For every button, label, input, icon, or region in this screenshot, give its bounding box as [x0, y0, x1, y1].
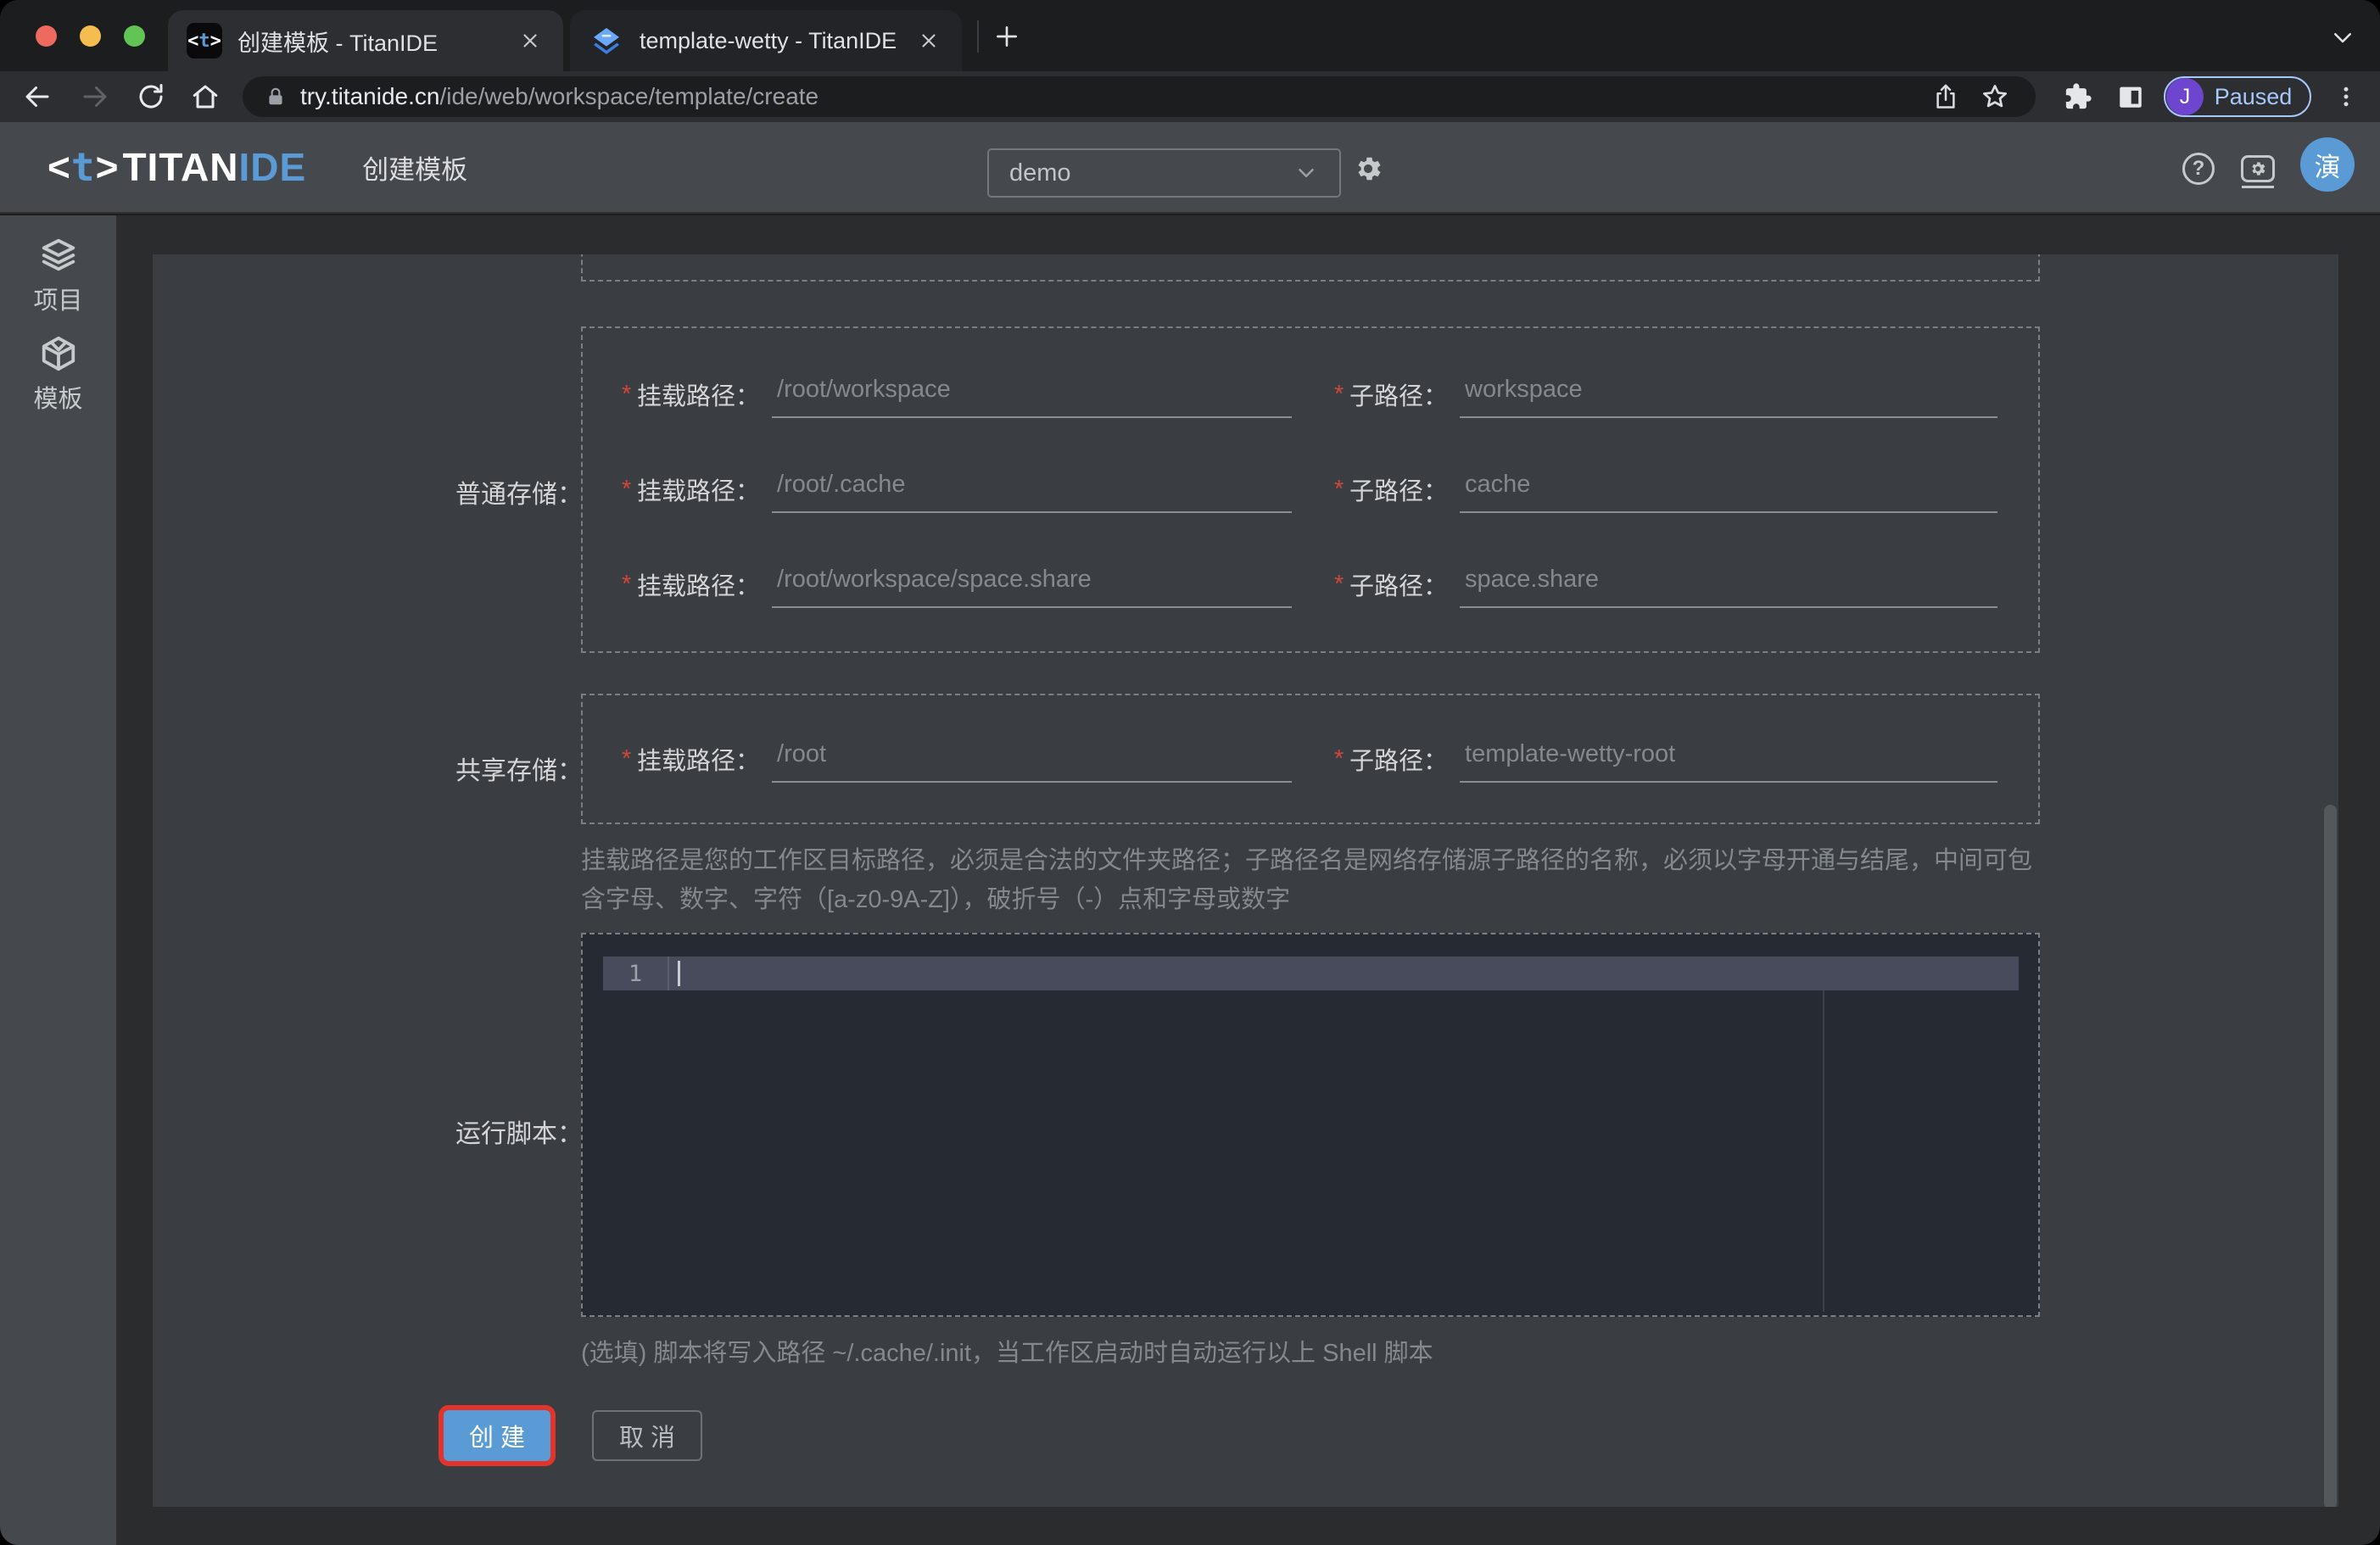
browser-window: < t > 创建模板 - TitanIDE template-wetty - Tit…	[0, 0, 2380, 1545]
scrollbar-thumb[interactable]	[2324, 805, 2337, 1507]
script-hint: (选填) 脚本将写入路径 ~/.cache/.init，当工作区启动时自动运行以…	[581, 1340, 1433, 1367]
reload-icon[interactable]	[132, 78, 170, 115]
path-rules-hint: 挂载路径是您的工作区目标路径，必须是合法的文件夹路径；子路径名是网络存储源子路径…	[581, 847, 2033, 913]
editor-column-ruler	[1823, 990, 1824, 1312]
shared-storage-label: 共享存储：	[455, 757, 583, 785]
script-editor[interactable]: 1	[581, 933, 2040, 1317]
storage-row: * 挂载路径： /root/workspace * 子路径： workspace	[583, 347, 2038, 442]
mount-path-input[interactable]: /root	[772, 735, 1292, 783]
sub-path-label: 子路径：	[1349, 478, 1449, 505]
editor-caret	[678, 961, 680, 986]
profile-avatar: J	[2166, 78, 2204, 115]
required-marker: *	[1334, 475, 1344, 503]
tab-title: 创建模板 - TitanIDE	[237, 30, 439, 56]
close-tab-icon[interactable]	[516, 26, 545, 55]
storage-row: * 挂载路径： /root/.cache * 子路径： cache	[583, 442, 2038, 537]
titanide-favicon: < t >	[187, 23, 222, 59]
share-icon[interactable]	[1927, 78, 1964, 115]
run-script-label: 运行脚本：	[455, 1120, 583, 1148]
scrolled-section-box	[581, 254, 2040, 282]
screen: < t > 创建模板 - TitanIDE template-wetty - Tit…	[0, 0, 2380, 1545]
required-marker: *	[1334, 745, 1344, 772]
editor-line-number: 1	[603, 957, 669, 990]
browser-toolbar: try.titanide.cn/ide/web/workspace/templa…	[0, 71, 2380, 122]
mount-path-label: 挂载路径：	[637, 573, 761, 600]
editor-active-line: 1	[603, 957, 2019, 990]
titanide-logo[interactable]: < t > TITAN IDE	[47, 144, 306, 190]
sidebar-item-projects[interactable]: 项目	[0, 236, 116, 315]
shared-storage-box: * 挂载路径： /root * 子路径： template-wetty-root	[581, 694, 2040, 824]
mount-path-input[interactable]: /root/workspace	[772, 371, 1292, 418]
bookmark-star-icon[interactable]	[1976, 78, 2014, 115]
sub-path-label: 子路径：	[1349, 383, 1449, 410]
tab-create-template[interactable]: < t > 创建模板 - TitanIDE	[168, 10, 563, 71]
layers-icon	[42, 238, 75, 271]
storage-row: * 挂载路径： /root/workspace/space.share * 子路…	[583, 537, 2038, 632]
mount-path-label: 挂载路径：	[637, 748, 761, 775]
sub-path-input[interactable]: workspace	[1460, 371, 1997, 418]
close-window-button[interactable]	[36, 25, 57, 47]
tab-title: template-wetty - TitanIDE	[640, 27, 897, 53]
tab-divider	[977, 20, 979, 53]
sidebar: 项目 模板	[0, 215, 116, 1545]
back-icon[interactable]	[19, 78, 56, 115]
workspace-select[interactable]: demo	[987, 148, 1341, 198]
sub-path-input[interactable]: template-wetty-root	[1460, 735, 1997, 783]
required-marker: *	[622, 745, 632, 772]
sub-path-input[interactable]: space.share	[1460, 561, 1997, 608]
app-body: 项目 模板 普通存储： * 挂载路径： /root/workspace * 子路…	[0, 215, 2380, 1545]
sidebar-item-label: 模板	[33, 386, 83, 413]
window-controls	[36, 25, 145, 47]
console-settings-icon[interactable]	[2240, 151, 2276, 188]
profile-status: Paused	[2214, 83, 2293, 109]
minimize-window-button[interactable]	[80, 25, 101, 47]
tab-template-wetty[interactable]: template-wetty - TitanIDE	[570, 10, 962, 71]
help-icon[interactable]: ?	[2181, 151, 2216, 187]
click-target-annotation: 创 建	[439, 1405, 556, 1466]
mount-path-input[interactable]: /root/workspace/space.share	[772, 561, 1292, 608]
required-marker: *	[622, 570, 632, 598]
template-favicon	[589, 23, 624, 59]
workspace-select-value: demo	[1009, 159, 1071, 187]
close-tab-icon[interactable]	[914, 26, 943, 55]
cube-icon	[42, 336, 75, 371]
url-host: try.titanide.cn	[300, 83, 440, 109]
sub-path-label: 子路径：	[1349, 748, 1449, 775]
create-button[interactable]: 创 建	[444, 1410, 550, 1461]
required-marker: *	[622, 475, 632, 503]
side-panel-icon[interactable]	[2112, 78, 2149, 115]
forward-icon[interactable]	[76, 78, 114, 115]
new-tab-button[interactable]	[987, 17, 1026, 56]
address-bar[interactable]: try.titanide.cn/ide/web/workspace/templa…	[243, 76, 2036, 117]
chevron-down-icon	[1293, 160, 1319, 186]
cancel-button[interactable]: 取 消	[592, 1410, 702, 1461]
sidebar-item-templates[interactable]: 模板	[0, 334, 116, 413]
required-marker: *	[1334, 380, 1344, 408]
mount-path-label: 挂载路径：	[637, 383, 761, 410]
tab-strip: < t > 创建模板 - TitanIDE template-wetty - Tit…	[0, 0, 2380, 71]
zoom-window-button[interactable]	[124, 25, 145, 47]
tab-search-chevron-icon[interactable]	[2326, 22, 2360, 53]
storage-row: * 挂载路径： /root * 子路径： template-wetty-root	[583, 711, 2038, 806]
required-marker: *	[622, 380, 632, 408]
profile-paused-button[interactable]: J Paused	[2164, 76, 2311, 117]
user-avatar[interactable]: 演	[2300, 137, 2355, 192]
mount-path-input[interactable]: /root/.cache	[772, 466, 1292, 513]
mount-path-label: 挂载路径：	[637, 478, 761, 505]
url-path: /ide/web/workspace/template/create	[439, 83, 819, 109]
form-panel: 普通存储： * 挂载路径： /root/workspace * 子路径： wor…	[153, 254, 2338, 1507]
sub-path-input[interactable]: cache	[1460, 466, 1997, 513]
app-header: < t > TITAN IDE 创建模板 demo ? 演	[0, 122, 2380, 214]
browser-menu-kebab-icon[interactable]	[2327, 78, 2365, 115]
sub-path-label: 子路径：	[1349, 573, 1449, 600]
page-title: 创建模板	[362, 154, 468, 185]
normal-storage-label: 普通存储：	[455, 481, 583, 509]
required-marker: *	[1334, 570, 1344, 598]
home-icon[interactable]	[187, 78, 224, 115]
sidebar-item-label: 项目	[33, 287, 83, 315]
normal-storage-box: * 挂载路径： /root/workspace * 子路径： workspace…	[581, 326, 2040, 653]
workspace-settings-gear-icon[interactable]	[1350, 151, 1386, 187]
lock-icon[interactable]	[265, 86, 287, 108]
extensions-puzzle-icon[interactable]	[2059, 78, 2097, 115]
